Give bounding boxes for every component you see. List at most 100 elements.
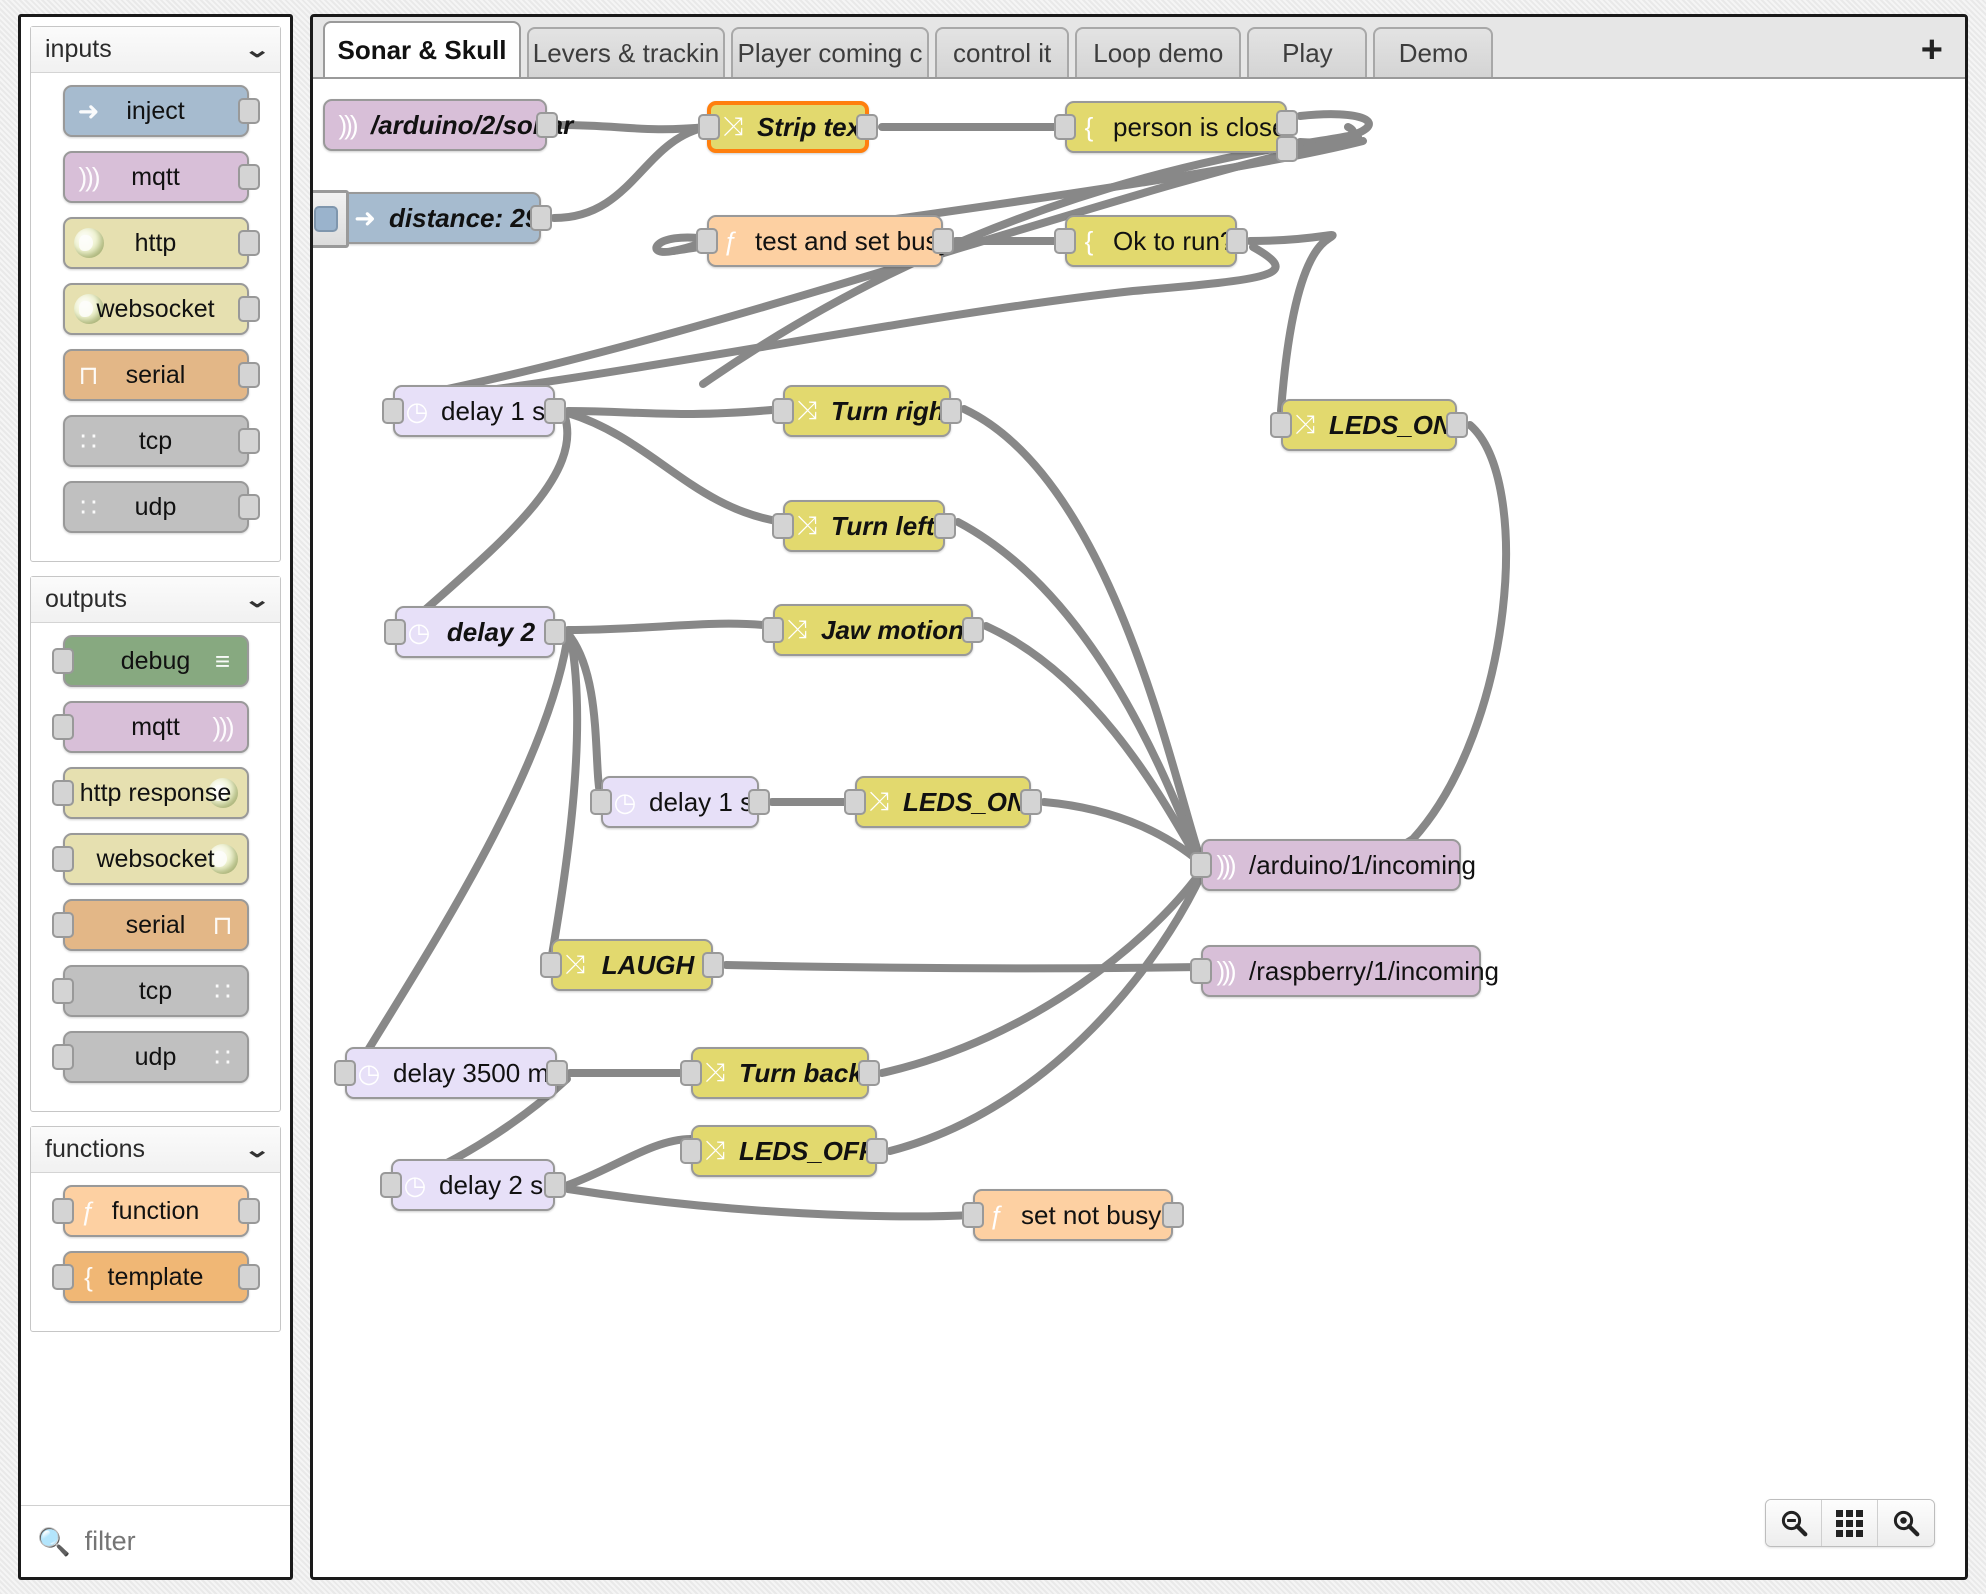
flow-node-oktorun[interactable]: {Ok to run? xyxy=(1054,215,1248,267)
chevron-down-icon[interactable]: ⌄ xyxy=(243,38,271,61)
node-input-port[interactable] xyxy=(51,978,74,1004)
palette-node-tcp[interactable]: ∷ tcp xyxy=(62,415,260,467)
node-output-port[interactable] xyxy=(237,296,260,322)
node-input-port[interactable] xyxy=(680,1138,702,1164)
zoom-out-button[interactable] xyxy=(1766,1500,1822,1546)
node-output-port[interactable] xyxy=(856,114,878,140)
node-output-port[interactable] xyxy=(1446,412,1468,438)
flow-node-turnback[interactable]: ⤨ Turn back xyxy=(680,1047,880,1099)
palette-node-websocket[interactable]: websocket xyxy=(51,833,249,885)
node-output-port[interactable] xyxy=(1226,228,1248,254)
palette-node-http[interactable]: http xyxy=(62,217,260,269)
node-input-port[interactable] xyxy=(1270,412,1292,438)
node-input-port[interactable] xyxy=(844,789,866,815)
node-input-port[interactable] xyxy=(762,617,784,643)
palette-node-udp[interactable]: ∷ udp xyxy=(62,481,260,533)
node-input-port[interactable] xyxy=(962,1202,984,1228)
node-input-port[interactable] xyxy=(382,398,404,424)
node-input-port[interactable] xyxy=(334,1060,356,1086)
chevron-down-icon[interactable]: ⌄ xyxy=(243,588,271,611)
node-output-port[interactable] xyxy=(940,398,962,424)
flow-node-setnotbusy[interactable]: ƒ set not busy xyxy=(962,1189,1184,1241)
node-output-port[interactable] xyxy=(702,952,724,978)
palette-node-serial[interactable]: ⊓ serial xyxy=(51,899,249,951)
flow-node-distance[interactable]: ➜ distance: 29 xyxy=(313,190,552,248)
palette-category-header-inputs[interactable]: inputs ⌄ xyxy=(31,27,280,73)
add-flow-tab-button[interactable]: + xyxy=(1921,31,1943,69)
node-output-port[interactable] xyxy=(237,428,260,454)
palette-node-http-response[interactable]: http response xyxy=(51,767,249,819)
node-output-port[interactable] xyxy=(962,617,984,643)
flow-tab-levers-trackin[interactable]: Levers & trackin xyxy=(527,27,725,77)
node-output-port[interactable] xyxy=(237,98,260,124)
node-output-port[interactable] xyxy=(544,619,566,645)
palette-node-debug[interactable]: ≡ debug xyxy=(51,635,249,687)
node-input-port[interactable] xyxy=(51,1044,74,1070)
flow-node-ledson2[interactable]: ⤨ LEDS_ON xyxy=(844,776,1042,828)
flow-node-jaw[interactable]: ⤨ Jaw motions xyxy=(762,604,984,656)
node-output-port[interactable] xyxy=(748,789,770,815)
node-output-port[interactable] xyxy=(237,1264,260,1290)
flow-node-personclose[interactable]: {person is close xyxy=(1054,101,1298,162)
palette-node-function[interactable]: ƒ function xyxy=(51,1185,260,1237)
node-input-port[interactable] xyxy=(772,398,794,424)
node-input-port[interactable] xyxy=(380,1172,402,1198)
node-output-port[interactable] xyxy=(237,494,260,520)
palette-node-websocket[interactable]: websocket xyxy=(62,283,260,335)
node-input-port[interactable] xyxy=(540,952,562,978)
node-input-port[interactable] xyxy=(51,648,74,674)
node-output-port[interactable] xyxy=(932,228,954,254)
node-output-port[interactable] xyxy=(544,398,566,424)
node-input-port[interactable] xyxy=(1190,852,1212,878)
node-input-port[interactable] xyxy=(590,789,612,815)
flow-node-ledsoff[interactable]: ⤨ LEDS_OFF xyxy=(680,1125,888,1177)
palette-scroll-area[interactable]: inputs ⌄ ➜ inject))) mqtt http websocket ⊓ seria… xyxy=(21,17,290,1505)
flow-node-testbusy[interactable]: ƒ test and set busy xyxy=(696,215,954,267)
node-output-port[interactable] xyxy=(1162,1202,1184,1228)
flow-node-turnleft[interactable]: ⤨ Turn left xyxy=(772,500,956,552)
node-output-port[interactable] xyxy=(237,1198,260,1224)
node-output-port[interactable] xyxy=(546,1060,568,1086)
zoom-reset-button[interactable] xyxy=(1822,1500,1878,1546)
flow-node-laugh[interactable]: ⤨ LAUGH xyxy=(540,939,724,991)
node-input-port[interactable] xyxy=(698,114,720,140)
flow-node-ledson1[interactable]: ⤨ LEDS_ON xyxy=(1270,399,1468,451)
flow-node-delay3500[interactable]: ◷ delay 3500 m xyxy=(334,1047,568,1099)
node-output-port[interactable] xyxy=(1276,136,1298,162)
palette-node-mqtt[interactable]: ))) mqtt xyxy=(62,151,260,203)
flow-tab-demo[interactable]: Demo xyxy=(1373,27,1494,77)
inject-trigger-button[interactable] xyxy=(313,190,349,248)
flow-tab-control-it[interactable]: control it xyxy=(935,27,1070,77)
node-input-port[interactable] xyxy=(1054,114,1076,140)
palette-node-serial[interactable]: ⊓ serial xyxy=(62,349,260,401)
node-input-port[interactable] xyxy=(1054,228,1076,254)
palette-node-udp[interactable]: ∷ udp xyxy=(51,1031,249,1083)
palette-node-tcp[interactable]: ∷ tcp xyxy=(51,965,249,1017)
flow-node-ardincoming[interactable]: )))/arduino/1/incoming xyxy=(1190,839,1476,891)
node-input-port[interactable] xyxy=(696,228,718,254)
node-input-port[interactable] xyxy=(51,714,74,740)
flow-canvas[interactable]: )))/arduino/2/sonar ➜ distance: 29 ⤨ Strip t… xyxy=(313,79,1965,1577)
node-output-port[interactable] xyxy=(237,230,260,256)
flow-node-sonar[interactable]: )))/arduino/2/sonar xyxy=(323,99,573,151)
node-input-port[interactable] xyxy=(1190,958,1212,984)
flow-node-turnright[interactable]: ⤨ Turn right xyxy=(772,385,962,437)
zoom-in-button[interactable] xyxy=(1878,1500,1934,1546)
node-input-port[interactable] xyxy=(51,912,74,938)
palette-node-template[interactable]: {template xyxy=(51,1251,260,1303)
flow-node-delay1b[interactable]: ◷ delay 1 s xyxy=(590,776,770,828)
node-output-port[interactable] xyxy=(544,1172,566,1198)
flow-node-rasincoming[interactable]: )))/raspberry/1/incoming xyxy=(1190,945,1499,997)
node-output-port[interactable] xyxy=(536,112,558,138)
flow-node-delay2s[interactable]: ◷ delay 2 s xyxy=(380,1159,566,1211)
node-input-port[interactable] xyxy=(772,513,794,539)
flow-tab-sonar-skull[interactable]: Sonar & Skull xyxy=(323,21,521,77)
node-input-port[interactable] xyxy=(680,1060,702,1086)
flow-node-delay1a[interactable]: ◷ delay 1 s xyxy=(382,385,566,437)
node-output-port[interactable] xyxy=(866,1138,888,1164)
node-output-port[interactable] xyxy=(1020,789,1042,815)
node-input-port[interactable] xyxy=(384,619,406,645)
flow-node-striptext[interactable]: ⤨ Strip text xyxy=(698,101,878,153)
node-output-port[interactable] xyxy=(237,164,260,190)
node-output-port[interactable] xyxy=(530,205,552,231)
